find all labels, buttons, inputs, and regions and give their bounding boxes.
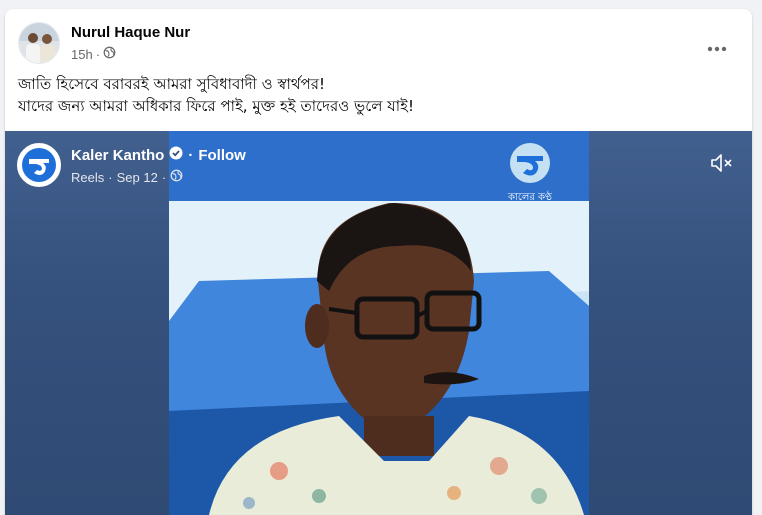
- reel-title-row: Kaler Kantho · Follow: [71, 146, 246, 164]
- globe-icon: [170, 169, 183, 185]
- more-horizontal-icon: [707, 35, 727, 58]
- speaker-muted-icon: [710, 154, 734, 177]
- verified-badge-icon: [169, 146, 183, 164]
- meta-separator: ·: [108, 169, 113, 185]
- post-text: জাতি হিসেবে বরাবরই আমরা সুবিধাবাদী ও স্ব…: [18, 73, 739, 117]
- post-meta: 15h ·: [71, 46, 116, 62]
- meta-separator: ·: [95, 46, 101, 62]
- reel-date[interactable]: Sep 12: [117, 170, 158, 185]
- post-text-line: যাদের জন্য আমরা অধিকার ফিরে পাই, মুক্ত হ…: [18, 97, 414, 115]
- post-text-line: জাতি হিসেবে বরাবরই আমরা সুবিধাবাদী ও স্ব…: [18, 75, 326, 93]
- watermark-logo-icon: [510, 143, 550, 183]
- kaler-kantho-logo[interactable]: [17, 143, 61, 187]
- reel-type[interactable]: Reels: [71, 170, 104, 185]
- author-name[interactable]: Nurul Haque Nur: [71, 24, 190, 41]
- title-separator: ·: [188, 146, 194, 164]
- author-avatar[interactable]: [18, 22, 60, 64]
- post-time[interactable]: 15h: [71, 47, 93, 62]
- post-card: Nurul Haque Nur 15h · জাতি হিসেবে বরাবরই…: [5, 9, 752, 515]
- globe-icon: [103, 46, 116, 62]
- reel-info: Kaler Kantho · Follow Reels · Sep 12 ·: [71, 143, 246, 185]
- meta-separator: ·: [161, 169, 167, 185]
- channel-watermark: কালের কণ্ঠ: [505, 141, 555, 207]
- reel-meta: Reels · Sep 12 ·: [71, 169, 246, 185]
- more-options-button[interactable]: [699, 28, 735, 64]
- reel-header: Kaler Kantho · Follow Reels · Sep 12 ·: [17, 143, 246, 187]
- watermark-text: কালের কণ্ঠ: [508, 192, 552, 203]
- mute-button[interactable]: [710, 153, 734, 178]
- reel-video[interactable]: Kaler Kantho · Follow Reels · Sep 12 · ক…: [5, 131, 752, 515]
- post-header: Nurul Haque Nur 15h ·: [18, 22, 739, 66]
- page-name[interactable]: Kaler Kantho: [71, 147, 164, 164]
- follow-button[interactable]: Follow: [198, 147, 246, 164]
